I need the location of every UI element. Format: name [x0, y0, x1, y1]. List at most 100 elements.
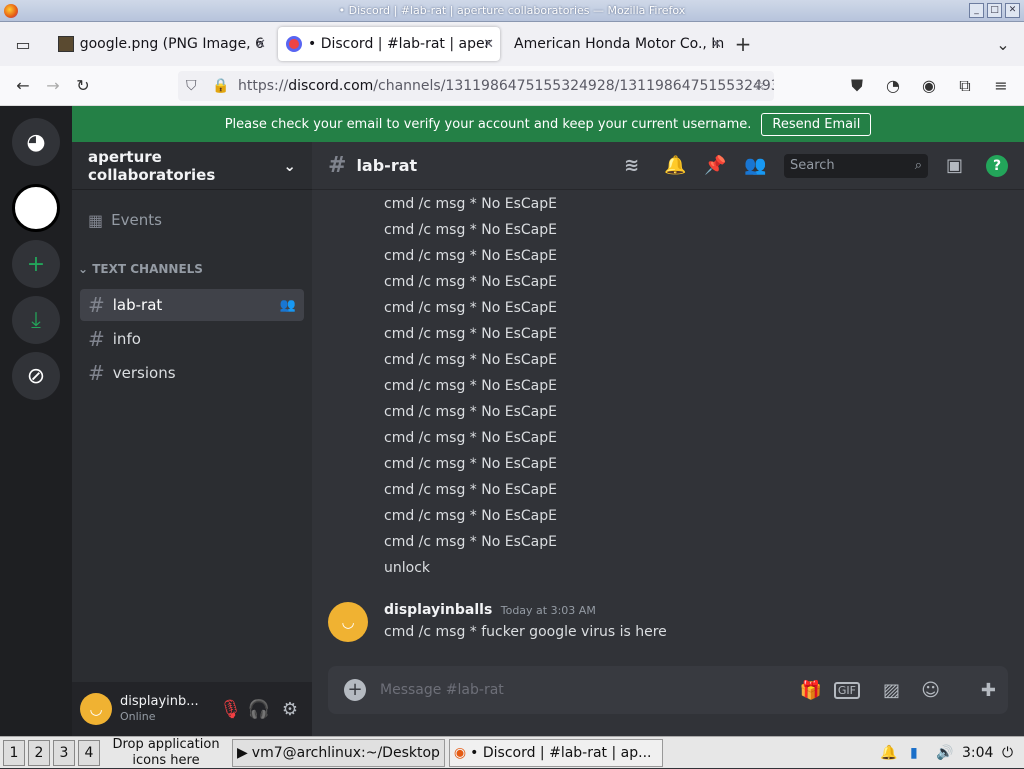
resend-email-button[interactable]: Resend Email [761, 112, 872, 136]
search-input[interactable]: Search ⌕ [784, 153, 928, 178]
message-author[interactable]: displayinballs [384, 602, 492, 618]
explore-icon[interactable]: ⊘ [12, 352, 60, 400]
url-path: /channels/1311986475155324928/1311986475… [373, 78, 774, 94]
account-icon[interactable]: ◉ [914, 76, 944, 95]
close-tab-icon[interactable]: ✕ [711, 37, 722, 52]
pin-icon[interactable]: 📌 [704, 155, 726, 176]
events-item[interactable]: ▦ Events [80, 204, 304, 236]
emoji-icon[interactable]: ☺ [921, 680, 940, 701]
new-tab-icon[interactable]: + [728, 32, 758, 56]
workspace-4[interactable]: 4 [78, 739, 100, 766]
hash-icon: # [88, 361, 105, 385]
forward-icon[interactable]: → [38, 76, 68, 95]
help-icon[interactable]: ? [986, 154, 1008, 177]
message-meta: displayinballs Today at 3:03 AM [384, 602, 596, 618]
pocket-icon[interactable]: ⛊ [842, 76, 872, 96]
message-line: cmd /c msg * No EsCapE [384, 274, 557, 290]
extensions-icon[interactable]: ⧉ [950, 76, 980, 96]
minimize-button[interactable]: _ [969, 3, 984, 18]
task-terminal[interactable]: ▶ vm7@archlinux:~/Desktop [232, 738, 445, 767]
channel-header: # lab-rat ≋ 🔔 📌 👥 Search ⌕ ▣ ? [312, 142, 1024, 190]
close-tab-icon[interactable]: ✕ [255, 37, 266, 52]
server-name: aperture collaboratories [88, 147, 216, 184]
channel-sidebar: aperture collaboratories ⌄ ▦ Events ⌄ TEXT… [72, 142, 312, 736]
notification-bell-icon[interactable]: 🔔 [880, 745, 897, 761]
message-line: cmd /c msg * No EsCapE [384, 482, 557, 498]
taskbar: 1 2 3 4 Drop application icons here ▶ vm7… [0, 736, 1024, 768]
message-line: cmd /c msg * No EsCapE [384, 352, 557, 368]
server-header[interactable]: aperture collaboratories ⌄ [72, 142, 312, 190]
message-line: cmd /c msg * No EsCapE [384, 326, 557, 342]
reload-icon[interactable]: ↻ [68, 76, 98, 95]
hash-icon: # [88, 327, 105, 351]
tab-overflow-icon[interactable]: ⌄ [988, 35, 1018, 54]
hash-icon: # [88, 293, 105, 317]
members-icon[interactable]: 👥 [744, 155, 766, 176]
discord-home-icon[interactable]: ◕ [12, 118, 60, 166]
username: displayinb... [120, 694, 199, 709]
sticker-icon[interactable]: ▨ [883, 680, 900, 701]
avatar[interactable]: ◡ [80, 693, 112, 725]
discord-favicon-icon [286, 36, 302, 52]
banner-text: Please check your email to verify your a… [224, 116, 752, 132]
workspace-1[interactable]: 1 [3, 739, 25, 766]
message-line: cmd /c msg * No EsCapE [384, 300, 557, 316]
gear-icon[interactable]: ⚙ [282, 699, 298, 720]
channel-versions[interactable]: # versions [80, 357, 304, 389]
tab-list-icon[interactable]: ▭ [6, 35, 40, 54]
add-server-icon[interactable]: + [12, 240, 60, 288]
bookmark-star-icon[interactable]: ☆ [753, 78, 766, 94]
launcher-drop-area: Drop application icons here [112, 736, 220, 768]
firefox-icon [4, 4, 18, 18]
message-line: cmd /c msg * No EsCapE [384, 508, 557, 524]
download-apps-icon[interactable]: ⤓ [12, 296, 60, 344]
terminal-icon: ▶ [237, 744, 248, 761]
close-button[interactable]: ✕ [1005, 3, 1020, 18]
user-status: Online [120, 710, 156, 723]
server-rail: ◕ + ⤓ ⊘ [0, 106, 72, 736]
invite-icon[interactable]: 👥 [280, 298, 296, 313]
server-aperture[interactable] [12, 184, 60, 232]
firefox-icon: ◉ [453, 744, 467, 761]
add-attachment-icon[interactable]: + [344, 679, 366, 701]
channel-lab-rat[interactable]: # lab-rat 👥 [80, 289, 304, 321]
tab-discord[interactable]: • Discord | #lab-rat | aper ✕ [278, 27, 500, 61]
apps-icon[interactable]: ✚ [981, 680, 996, 701]
inbox-icon[interactable]: ▣ [946, 155, 963, 176]
volume-icon[interactable]: 🔊 [936, 745, 953, 761]
channel-info[interactable]: # info [80, 323, 304, 355]
network-icon[interactable]: ▮ [910, 745, 918, 761]
timer-icon[interactable]: ◔ [878, 76, 908, 95]
message-input[interactable]: + Message #lab-rat 🎁 GIF ▨ ☺ ✚ [328, 666, 1008, 714]
channel-title: lab-rat [356, 156, 418, 175]
threads-icon[interactable]: ≋ [624, 155, 639, 176]
mute-mic-icon[interactable]: 🎙 [219, 699, 242, 720]
message-line: cmd /c msg * No EsCapE [384, 404, 557, 420]
url-bar[interactable]: ⛉ 🔒 https://discord.com/channels/1311986… [178, 71, 774, 101]
menu-icon[interactable]: ≡ [986, 76, 1016, 95]
close-tab-icon[interactable]: ✕ [483, 37, 494, 52]
clock[interactable]: 3:04 [962, 745, 993, 761]
maximize-button[interactable]: □ [987, 3, 1002, 18]
workspace-3[interactable]: 3 [53, 739, 75, 766]
hash-icon: # [328, 153, 347, 178]
window-titlebar: • Discord | #lab-rat | aperture collabor… [0, 0, 1024, 22]
message-unlock: unlock [384, 560, 431, 576]
workspace-2[interactable]: 2 [28, 739, 50, 766]
gift-icon[interactable]: 🎁 [800, 680, 822, 701]
back-icon[interactable]: ← [8, 76, 38, 95]
user-panel: ◡ displayinb... Online 🎙 🎧 ⚙ [72, 682, 312, 736]
headphones-icon[interactable]: 🎧 [248, 699, 270, 720]
category-text-channels[interactable]: ⌄ TEXT CHANNELS [78, 262, 203, 276]
task-firefox[interactable]: ◉ • Discord | #lab-rat | ap... [448, 738, 663, 767]
chevron-down-icon: ⌄ [283, 156, 296, 175]
tab-honda[interactable]: American Honda Motor Co., In ✕ [506, 27, 728, 61]
gif-icon[interactable]: GIF [833, 681, 860, 699]
message-avatar[interactable]: ◡ [328, 602, 368, 642]
lock-icon: 🔒 [212, 78, 230, 94]
bell-icon[interactable]: 🔔 [664, 155, 686, 176]
url-prefix: https:// [238, 78, 289, 94]
tab-google-png[interactable]: google.png (PNG Image, 6 ✕ [50, 27, 272, 61]
window-title: • Discord | #lab-rat | aperture collabor… [338, 4, 686, 17]
power-icon[interactable]: ⏻ [1002, 745, 1013, 761]
